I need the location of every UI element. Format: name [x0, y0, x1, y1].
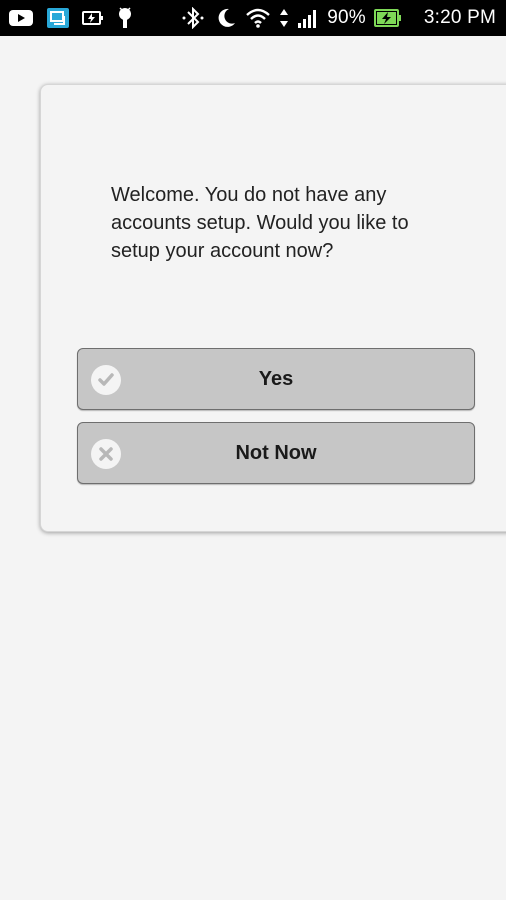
- battery-percent: 90%: [327, 7, 366, 28]
- moon-icon: [215, 7, 237, 29]
- youtube-icon: [8, 8, 34, 28]
- status-bar-left: [8, 7, 134, 29]
- clock: 3:20 PM: [423, 7, 496, 28]
- battery-icon: [373, 8, 402, 28]
- screen-share-icon: [46, 7, 70, 29]
- yes-button-label: Yes: [258, 367, 294, 390]
- android-debug-icon: [116, 7, 134, 29]
- not-now-button-label: Not Now: [235, 441, 317, 464]
- status-bar: 90% 3:20 PM: [0, 0, 506, 36]
- not-now-button[interactable]: Not Now: [77, 422, 475, 484]
- dialog-message: Welcome. You do not have any accounts se…: [111, 184, 409, 262]
- bluetooth-icon: [179, 7, 207, 29]
- check-icon: [91, 365, 121, 395]
- yes-button[interactable]: Yes: [77, 348, 475, 410]
- data-arrows-icon: [279, 7, 289, 29]
- signal-icon: [297, 7, 319, 29]
- battery-charging-icon: [82, 9, 104, 27]
- wifi-icon: [245, 7, 271, 29]
- close-icon: [91, 439, 121, 469]
- status-bar-right: 90% 3:20 PM: [179, 7, 496, 29]
- welcome-dialog: Welcome. You do not have any accounts se…: [40, 84, 506, 532]
